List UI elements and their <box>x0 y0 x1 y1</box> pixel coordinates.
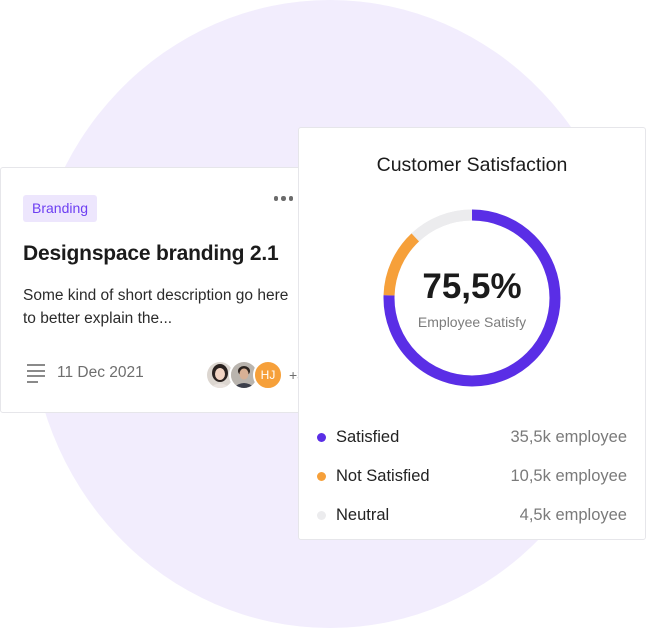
member-avatars[interactable]: HJ +3 <box>205 360 305 390</box>
legend-label: Not Satisfied <box>336 467 430 485</box>
legend-value: 10,5k employee <box>510 467 628 485</box>
task-date: 11 Dec 2021 <box>57 364 144 382</box>
more-options-icon[interactable] <box>273 196 293 201</box>
notes-icon <box>27 364 45 383</box>
task-description: Some kind of short description go here t… <box>23 287 289 327</box>
satisfaction-card: Customer Satisfaction 75,5% Employee Sat… <box>298 127 646 540</box>
card-title: Customer Satisfaction <box>376 154 568 176</box>
branding-tag[interactable]: Branding <box>23 195 98 222</box>
donut-center: 75,5% Employee Satisfy <box>381 207 563 389</box>
neutral-dot-icon <box>317 511 326 520</box>
stage: Branding Designspace branding 2.1 Some k… <box>0 0 647 628</box>
task-card[interactable]: Branding Designspace branding 2.1 Some k… <box>0 167 318 413</box>
donut-label: Employee Satisfy <box>417 314 527 330</box>
task-title: Designspace branding 2.1 <box>23 242 279 265</box>
legend-label: Satisfied <box>336 428 400 446</box>
not-satisfied-dot-icon <box>317 472 326 481</box>
donut-value: 75,5% <box>422 267 522 306</box>
legend-value: 35,5k employee <box>510 428 628 446</box>
satisfied-dot-icon <box>317 433 326 442</box>
legend: Satisfied 35,5k employee Not Satisfied 1… <box>317 418 627 535</box>
legend-item-not-satisfied: Not Satisfied 10,5k employee <box>317 457 627 496</box>
legend-item-satisfied: Satisfied 35,5k employee <box>317 418 627 457</box>
legend-item-neutral: Neutral 4,5k employee <box>317 496 627 535</box>
avatar-initials[interactable]: HJ <box>253 360 283 390</box>
date-row: 11 Dec 2021 <box>27 364 144 383</box>
legend-value: 4,5k employee <box>519 506 627 524</box>
legend-label: Neutral <box>336 506 390 524</box>
